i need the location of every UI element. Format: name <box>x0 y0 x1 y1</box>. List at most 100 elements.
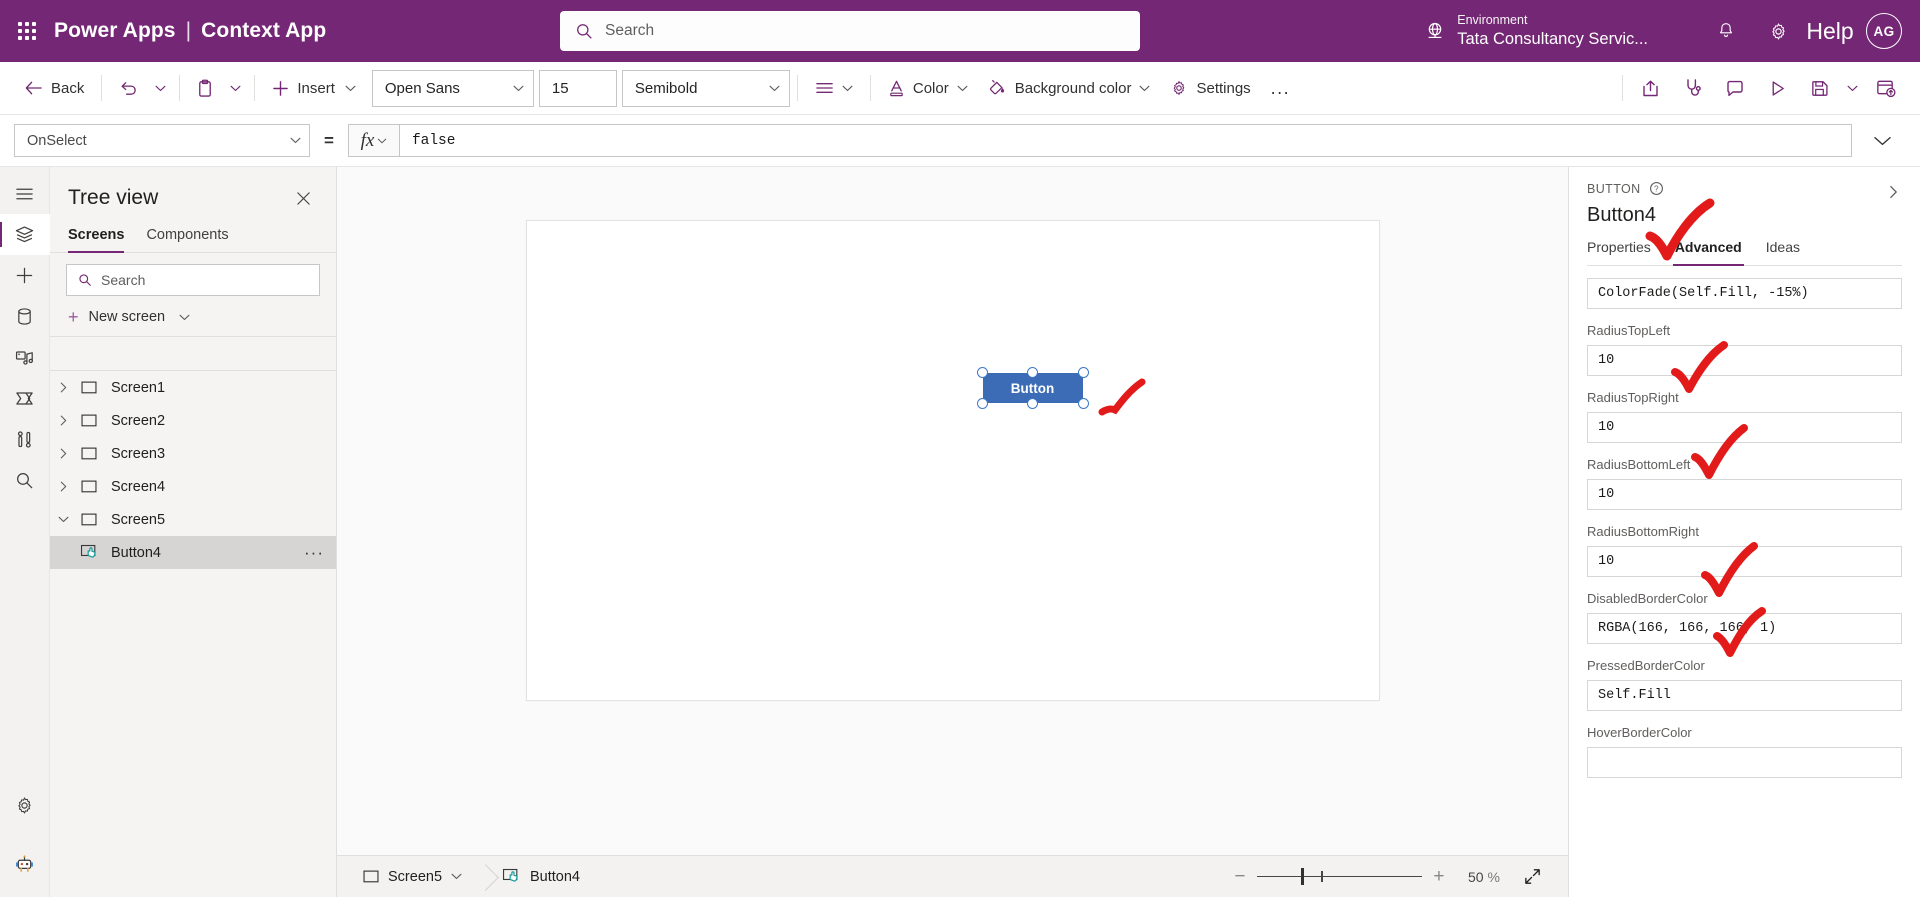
tree-node-screen5[interactable]: Screen5 <box>50 503 336 536</box>
undo-chevron-down-icon[interactable] <box>148 71 172 105</box>
property-select[interactable]: OnSelect <box>14 124 310 157</box>
resize-handle-bottom-center[interactable] <box>1026 398 1038 409</box>
undo-button[interactable] <box>109 70 148 107</box>
environment-label: Environment <box>1457 13 1528 28</box>
breadcrumb-control[interactable]: Button4 <box>492 862 594 892</box>
background-color-button[interactable]: Background color <box>978 70 1161 107</box>
fit-to-screen-icon[interactable] <box>1512 862 1552 892</box>
tree-search-input[interactable]: Search <box>66 264 320 296</box>
tab-screens[interactable]: Screens <box>68 223 125 253</box>
tab-ideas[interactable]: Ideas <box>1766 233 1800 265</box>
back-label: Back <box>51 79 85 97</box>
insert-button[interactable]: Insert <box>262 70 366 107</box>
properties-tabs: Properties Advanced Ideas <box>1587 233 1902 266</box>
close-icon[interactable] <box>290 185 316 211</box>
sidebar-item-power-automate[interactable] <box>0 378 50 419</box>
save-button[interactable] <box>1798 69 1840 107</box>
text-align-button[interactable] <box>805 70 863 107</box>
fx-button[interactable]: fx <box>347 124 400 157</box>
sidebar-item-insert[interactable] <box>0 255 50 296</box>
radius-bottom-left-field[interactable]: 10 <box>1587 479 1902 510</box>
tree-node-screen1[interactable]: Screen1 <box>50 371 336 404</box>
notifications-bell-icon[interactable] <box>1700 5 1752 57</box>
chevron-right-icon[interactable] <box>50 415 76 426</box>
text-color-button[interactable]: Color <box>878 70 978 107</box>
radius-top-right-field[interactable]: 10 <box>1587 412 1902 443</box>
zoom-slider[interactable] <box>1256 862 1422 892</box>
sidebar-item-data[interactable] <box>0 296 50 337</box>
avatar[interactable]: AG <box>1866 13 1902 49</box>
settings-gear-icon[interactable] <box>1752 5 1804 57</box>
tree-node-app[interactable]: App <box>50 337 336 371</box>
canvas-area: Button Screen5 Button4 − + 50 % <box>337 167 1568 897</box>
toolbar-settings-button[interactable]: Settings <box>1160 70 1260 107</box>
environment-switcher[interactable]: Environment Tata Consultancy Servic... <box>1424 13 1648 48</box>
sidebar-item-media[interactable] <box>0 337 50 378</box>
formula-input[interactable]: false <box>399 124 1852 157</box>
help-icon[interactable]: Help <box>1804 5 1856 57</box>
resize-handle-top-right[interactable] <box>1077 367 1089 378</box>
sidebar-item-variables[interactable] <box>0 419 50 460</box>
menu-icon[interactable] <box>0 173 50 214</box>
pressed-border-color-field[interactable]: Self.Fill <box>1587 680 1902 711</box>
app-checker-button[interactable] <box>1672 69 1714 107</box>
share-button[interactable] <box>1630 69 1672 107</box>
tree-node-screen2[interactable]: Screen2 <box>50 404 336 437</box>
chevron-down-icon[interactable] <box>50 516 76 523</box>
tree-node-button4[interactable]: Button4 ··· <box>50 536 336 569</box>
paint-bucket-icon <box>988 79 1007 97</box>
back-button[interactable]: Back <box>14 70 94 107</box>
tree-search-container: Search <box>50 253 336 302</box>
breadcrumb-screen[interactable]: Screen5 <box>353 862 476 892</box>
paste-button[interactable] <box>187 70 223 107</box>
chevron-right-icon[interactable] <box>50 382 76 393</box>
resize-handle-bottom-left[interactable] <box>976 398 988 409</box>
tree-node-overflow-icon[interactable]: ··· <box>304 544 324 561</box>
save-chevron-down-icon[interactable] <box>1840 71 1864 105</box>
copilot-robot-icon[interactable] <box>0 844 50 885</box>
radius-bottom-right-field[interactable]: 10 <box>1587 546 1902 577</box>
property-field: RadiusBottomRight 10 <box>1587 524 1902 577</box>
font-size-input[interactable]: 15 <box>538 69 617 107</box>
screen-icon <box>76 381 102 394</box>
field-value: RGBA(166, 166, 166, 1) <box>1598 621 1777 636</box>
font-family-select[interactable]: Open Sans <box>371 69 534 107</box>
formula-expand-chevron-icon[interactable] <box>1858 135 1906 147</box>
resize-handle-top-center[interactable] <box>1026 367 1038 378</box>
comments-button[interactable] <box>1714 69 1756 107</box>
paste-chevron-down-icon[interactable] <box>223 71 247 105</box>
new-screen-button[interactable]: + New screen <box>50 302 336 337</box>
canvas-button-control[interactable]: Button <box>976 367 1089 409</box>
app-launcher-waffle-icon[interactable] <box>0 22 54 40</box>
search-icon <box>577 23 592 39</box>
tab-components[interactable]: Components <box>146 223 228 252</box>
chevron-right-icon[interactable] <box>50 481 76 492</box>
resize-handle-top-left[interactable] <box>976 367 988 378</box>
radius-top-left-field[interactable]: 10 <box>1587 345 1902 376</box>
font-weight-select[interactable]: Semibold <box>621 69 790 107</box>
canvas-scroll: Button <box>337 167 1568 855</box>
tree-node-screen3[interactable]: Screen3 <box>50 437 336 470</box>
search-input[interactable]: Search <box>560 11 1140 51</box>
zoom-in-button[interactable]: + <box>1422 862 1456 892</box>
sidebar-item-search[interactable] <box>0 460 50 501</box>
sidebar-item-tree-view[interactable] <box>0 214 50 255</box>
pressed-fill-field[interactable]: ColorFade(Self.Fill, -15%) <box>1587 278 1902 309</box>
help-circle-icon[interactable]: ? <box>1649 181 1664 196</box>
zoom-out-button[interactable]: − <box>1223 862 1257 892</box>
global-search: Search <box>560 11 1140 51</box>
tab-properties[interactable]: Properties <box>1587 233 1651 265</box>
tree-node-screen4[interactable]: Screen4 <box>50 470 336 503</box>
disabled-border-color-field[interactable]: RGBA(166, 166, 166, 1) <box>1587 613 1902 644</box>
hover-border-color-field[interactable] <box>1587 747 1902 778</box>
tab-advanced[interactable]: Advanced <box>1672 233 1744 266</box>
app-canvas[interactable]: Button <box>525 220 1380 701</box>
overflow-menu-button[interactable]: ... <box>1261 70 1301 107</box>
preview-play-button[interactable] <box>1756 69 1798 107</box>
publish-button[interactable] <box>1864 69 1906 107</box>
settings-gear-icon[interactable] <box>0 785 50 826</box>
zoom-slider-thumb[interactable] <box>1300 868 1305 885</box>
chevron-right-icon[interactable] <box>50 448 76 459</box>
collapse-pane-chevron-right-icon[interactable] <box>1880 179 1906 205</box>
resize-handle-bottom-right[interactable] <box>1077 398 1089 409</box>
